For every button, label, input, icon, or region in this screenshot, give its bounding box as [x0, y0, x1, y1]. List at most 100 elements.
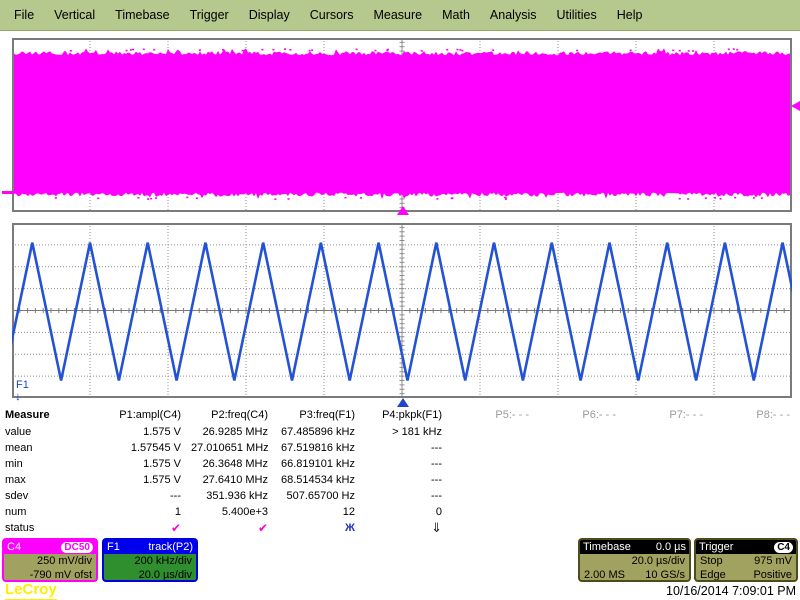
- c4-descriptor-box[interactable]: C4 DC50 250 mV/div -790 mV ofst: [2, 538, 98, 582]
- measure-max-p2: 27.6410 MHz: [191, 472, 278, 488]
- f1-waveform-grid[interactable]: [12, 223, 792, 398]
- trigger-level: 975 mV: [754, 554, 792, 568]
- menu-item-timebase[interactable]: Timebase: [105, 8, 179, 22]
- measure-status-p5: [452, 520, 539, 536]
- menu-item-utilities[interactable]: Utilities: [546, 8, 606, 22]
- menu-bar: FileVerticalTimebaseTriggerDisplayCursor…: [0, 0, 800, 31]
- measure-num-p1: 1: [104, 504, 191, 520]
- c4-coupling-badge: DC50: [61, 542, 93, 553]
- measure-col-header-p2[interactable]: P2:freq(C4): [191, 407, 278, 424]
- trigger-level-arrow-icon[interactable]: [791, 101, 800, 111]
- menu-item-display[interactable]: Display: [239, 8, 300, 22]
- measure-max-p6: [539, 472, 626, 488]
- measure-num-p6: [539, 504, 626, 520]
- c4-ground-marker-icon: [2, 191, 14, 194]
- measure-sdev-p2: 351.936 kHz: [191, 488, 278, 504]
- measure-value-p1: 1.575 V: [104, 424, 191, 440]
- f1-function-label: track(P2): [148, 541, 193, 554]
- measure-mean-p1: 1.57545 V: [104, 440, 191, 456]
- measure-sdev-p4: ---: [365, 488, 452, 504]
- c4-box-title: C4: [7, 541, 21, 554]
- measure-status-p3-cross-icon: Ж: [278, 520, 365, 536]
- menu-item-vertical[interactable]: Vertical: [44, 8, 105, 22]
- measure-row-label-mean: mean: [0, 440, 104, 456]
- measure-num-p5: [452, 504, 539, 520]
- measure-status-p6: [539, 520, 626, 536]
- measure-row-label-status: status: [0, 520, 104, 536]
- measure-value-p8: [713, 424, 800, 440]
- measure-col-header-p5[interactable]: P5:- - -: [452, 407, 539, 424]
- measure-col-header-p3[interactable]: P3:freq(F1): [278, 407, 365, 424]
- measure-min-p1: 1.575 V: [104, 456, 191, 472]
- menu-item-trigger[interactable]: Trigger: [180, 8, 239, 22]
- f1-trigger-time-marker-icon[interactable]: [397, 398, 409, 407]
- f1-box-title: F1: [107, 541, 120, 554]
- trigger-mode: Stop: [700, 554, 723, 568]
- measure-max-p7: [626, 472, 713, 488]
- measure-value-p3: 67.485896 kHz: [278, 424, 365, 440]
- measure-sdev-p6: [539, 488, 626, 504]
- measure-mean-p5: [452, 440, 539, 456]
- timebase-samples: 2.00 MS: [584, 568, 625, 582]
- measure-mean-p8: [713, 440, 800, 456]
- f1-descriptor-box[interactable]: F1 track(P2) 200 kHz/div 20.0 µs/div: [102, 538, 198, 582]
- menu-item-measure[interactable]: Measure: [363, 8, 432, 22]
- trigger-type: Edge: [700, 568, 726, 582]
- measure-mean-p2: 27.010651 MHz: [191, 440, 278, 456]
- measure-row-label-sdev: sdev: [0, 488, 104, 504]
- lecroy-logo: LeCroy: [5, 581, 57, 600]
- timebase-samplerate: 10 GS/s: [645, 568, 685, 582]
- trigger-slope: Positive: [753, 568, 792, 582]
- measure-min-p8: [713, 456, 800, 472]
- measure-sdev-p7: [626, 488, 713, 504]
- menu-item-help[interactable]: Help: [607, 8, 653, 22]
- measure-min-p3: 66.819101 kHz: [278, 456, 365, 472]
- measure-value-p5: [452, 424, 539, 440]
- measure-num-p4: 0: [365, 504, 452, 520]
- measure-status-p4-down-icon: ⇓: [365, 520, 452, 536]
- timebase-descriptor-box[interactable]: Timebase 0.0 µs 20.0 µs/div 2.00 MS 10 G…: [578, 538, 691, 582]
- f1-offscreen-arrow-icon: ↓: [15, 390, 21, 402]
- measure-status-p8: [713, 520, 800, 536]
- measure-sdev-p5: [452, 488, 539, 504]
- measure-max-p5: [452, 472, 539, 488]
- measure-min-p2: 26.3648 MHz: [191, 456, 278, 472]
- measure-col-header-p4[interactable]: P4:pkpk(F1): [365, 407, 452, 424]
- measure-table: MeasureP1:ampl(C4)P2:freq(C4)P3:freq(F1)…: [0, 407, 800, 536]
- c4-trace-label: C4: [16, 178, 30, 189]
- menu-item-analysis[interactable]: Analysis: [480, 8, 547, 22]
- measure-col-header-p6[interactable]: P6:- - -: [539, 407, 626, 424]
- measure-value-p2: 26.9285 MHz: [191, 424, 278, 440]
- f1-vdiv: 200 kHz/div: [108, 554, 192, 568]
- measure-value-p6: [539, 424, 626, 440]
- menu-item-file[interactable]: File: [4, 8, 44, 22]
- measure-status-p2-check-icon: ✔: [191, 520, 278, 536]
- c4-vdiv: 250 mV/div: [8, 554, 92, 568]
- timebase-tdiv: 20.0 µs/div: [584, 554, 685, 568]
- oscilloscope-screen: FileVerticalTimebaseTriggerDisplayCursor…: [0, 0, 800, 600]
- measure-min-p7: [626, 456, 713, 472]
- measure-row-label-max: max: [0, 472, 104, 488]
- measure-num-p2: 5.400e+3: [191, 504, 278, 520]
- menu-item-math[interactable]: Math: [432, 8, 480, 22]
- measure-col-header-p8[interactable]: P8:- - -: [713, 407, 800, 424]
- measure-num-p8: [713, 504, 800, 520]
- measure-status-p7: [626, 520, 713, 536]
- measure-min-p4: ---: [365, 456, 452, 472]
- measure-min-p6: [539, 456, 626, 472]
- trigger-descriptor-box[interactable]: Trigger C4 Stop 975 mV Edge Positive: [694, 538, 798, 582]
- measure-col-header-p1[interactable]: P1:ampl(C4): [104, 407, 191, 424]
- menu-item-cursors[interactable]: Cursors: [300, 8, 364, 22]
- trigger-time-marker-icon[interactable]: [397, 206, 409, 215]
- measure-sdev-p1: ---: [104, 488, 191, 504]
- measure-mean-p7: [626, 440, 713, 456]
- c4-waveform-grid[interactable]: [12, 38, 792, 212]
- measure-row-label-value: value: [0, 424, 104, 440]
- measure-row-label-min: min: [0, 456, 104, 472]
- measure-min-p5: [452, 456, 539, 472]
- measure-sdev-p3: 507.65700 Hz: [278, 488, 365, 504]
- measure-max-p8: [713, 472, 800, 488]
- c4-offset: -790 mV ofst: [8, 568, 92, 582]
- measure-col-header-p7[interactable]: P7:- - -: [626, 407, 713, 424]
- measure-mean-p3: 67.519816 kHz: [278, 440, 365, 456]
